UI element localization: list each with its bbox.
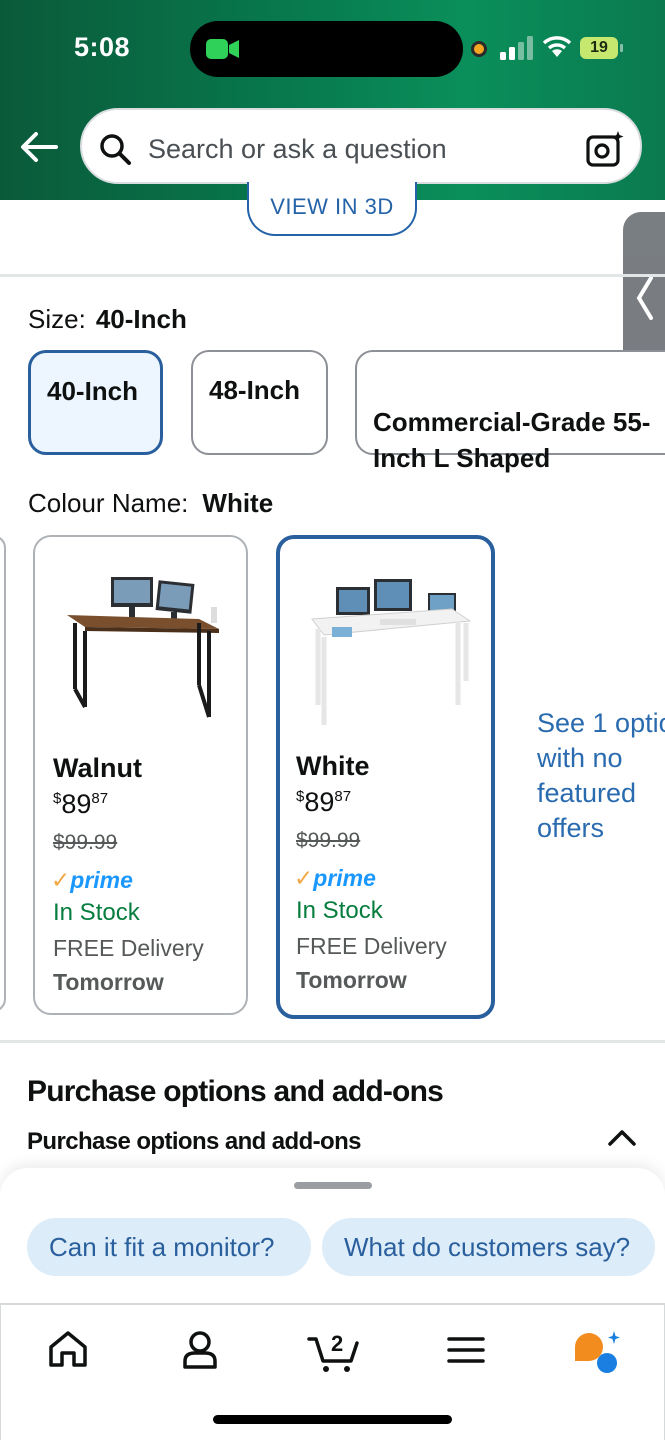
prime-badge: ✓prime <box>51 867 133 893</box>
battery-level: 19 <box>580 37 618 59</box>
white-desk-image <box>311 579 472 725</box>
colour-selected-value: White <box>202 488 274 518</box>
app-header: 5:08 19 Search or ask a question <box>0 0 665 200</box>
rufus-assistant-icon[interactable] <box>571 1325 621 1375</box>
colour-name: Walnut <box>53 753 142 783</box>
colour-label: Colour Name: <box>28 488 189 518</box>
size-label-row: Size: 40-Inch <box>28 304 187 335</box>
camera-search-icon[interactable] <box>585 130 625 168</box>
colour-name: White <box>296 751 370 781</box>
home-indicator <box>213 1415 452 1424</box>
search-icon <box>100 134 131 165</box>
size-option-label: 48-Inch <box>209 375 301 405</box>
back-arrow-icon[interactable] <box>18 128 60 166</box>
view-in-3d-button[interactable]: VIEW IN 3D <box>247 182 417 236</box>
account-icon[interactable] <box>175 1325 225 1375</box>
prime-badge: ✓prime <box>294 865 376 891</box>
battery-icon: 19 <box>580 37 624 59</box>
purchase-options-heading: Purchase options and add-ons <box>27 1075 444 1108</box>
status-time: 5:08 <box>74 32 131 62</box>
size-option-48-inch[interactable]: 48-Inch <box>191 350 328 455</box>
menu-icon[interactable] <box>441 1325 491 1375</box>
delivery-day: Tomorrow <box>296 967 407 993</box>
list-price: $99.99 <box>296 829 361 852</box>
price: $8987 <box>53 789 109 819</box>
recording-indicator-icon <box>471 41 487 57</box>
camera-active-icon <box>206 39 239 59</box>
delivery-info: FREE Delivery <box>296 933 447 959</box>
dynamic-island <box>190 21 463 77</box>
walnut-desk-image <box>67 577 219 718</box>
view-in-3d-label: VIEW IN 3D <box>270 194 394 219</box>
delivery-info: FREE Delivery <box>53 935 204 961</box>
stock-status: In Stock <box>296 897 383 924</box>
colour-label-row: Colour Name: White <box>28 488 273 519</box>
size-selected-value: 40-Inch <box>95 304 187 334</box>
chevron-left-icon <box>636 276 653 320</box>
cellular-signal-icon <box>500 36 533 60</box>
purchase-options-toggle[interactable]: Purchase options and add-ons <box>27 1128 362 1156</box>
list-price: $99.99 <box>53 831 118 854</box>
price: $8987 <box>296 787 352 817</box>
suggestion-chip[interactable]: Can it fit a monitor? <box>27 1218 311 1276</box>
search-placeholder: Search or ask a question <box>148 134 447 164</box>
size-label: Size: <box>28 304 86 334</box>
chevron-up-icon[interactable] <box>606 1126 638 1150</box>
size-option-label: Commercial-Grade 55- Inch L Shaped <box>373 407 651 473</box>
wifi-icon <box>542 36 572 57</box>
colour-option-white[interactable]: White $8987 $99.99 ✓prime In Stock FREE … <box>276 535 495 1019</box>
sheet-grabber[interactable] <box>294 1182 372 1189</box>
suggestion-sheet: Can it fit a monitor? What do customers … <box>0 1168 665 1308</box>
stock-status: In Stock <box>53 899 140 926</box>
colour-option-partial[interactable] <box>0 535 6 1012</box>
size-option-label: 40-Inch <box>47 376 139 406</box>
cart-count: 2 <box>331 1331 343 1356</box>
suggestion-chip[interactable]: What do customers say? <box>322 1218 655 1276</box>
size-option-commercial-grade[interactable]: Commercial-Grade 55- Inch L Shaped <box>355 350 665 473</box>
size-option-40-inch[interactable]: 40-Inch <box>28 350 163 455</box>
search-bar[interactable]: Search or ask a question <box>80 108 642 184</box>
delivery-day: Tomorrow <box>53 969 164 995</box>
cart-icon[interactable]: 2 <box>307 1325 361 1375</box>
colour-option-walnut[interactable]: Walnut $8987 $99.99 ✓prime In Stock FREE… <box>33 535 248 1015</box>
divider <box>0 274 665 277</box>
home-icon[interactable] <box>43 1325 93 1375</box>
see-more-options-link[interactable]: See 1 option with no featured offers <box>537 706 665 846</box>
divider <box>0 1040 665 1043</box>
